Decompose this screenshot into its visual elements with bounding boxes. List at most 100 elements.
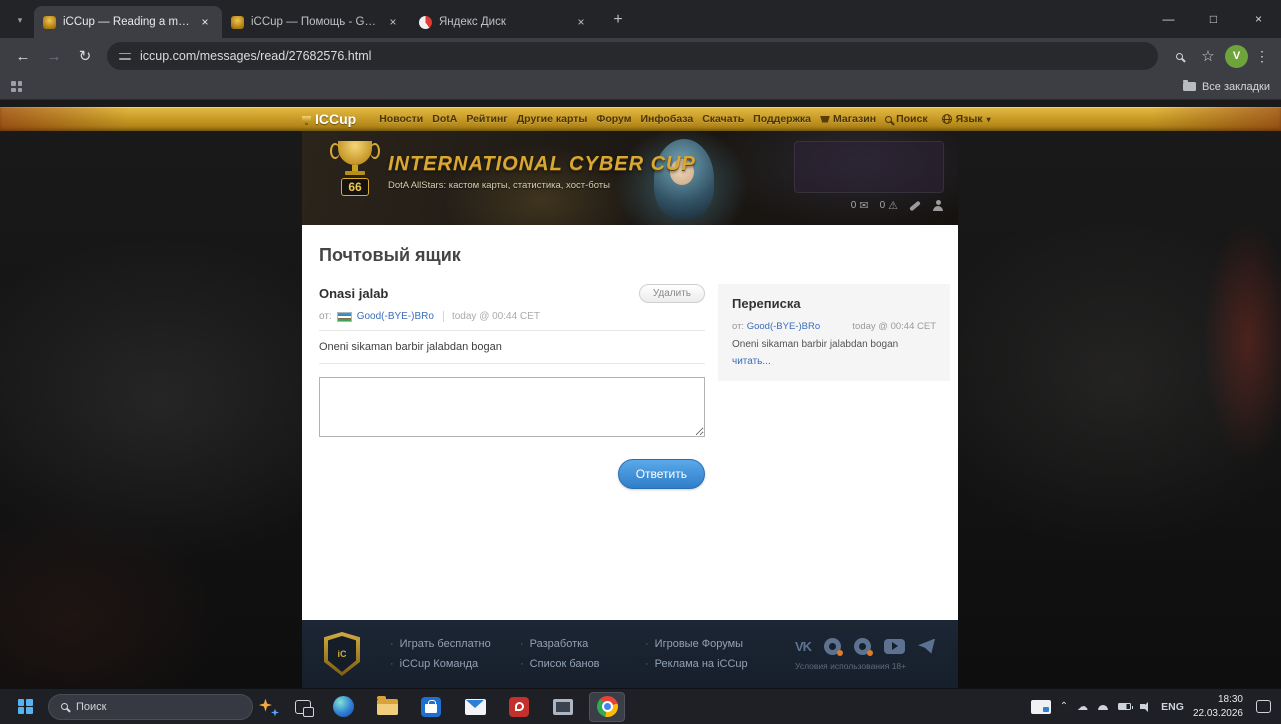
- tab-title: iCCup — Помощь - Good(-BYE: [251, 16, 378, 28]
- close-button[interactable]: ×: [1236, 0, 1281, 38]
- vk-icon[interactable]: VK: [795, 639, 812, 654]
- sender-link[interactable]: Good(-BYE-)BRo: [747, 321, 820, 332]
- copilot-sparkle-icon[interactable]: [255, 694, 281, 720]
- minimize-button[interactable]: —: [1146, 0, 1191, 38]
- window-controls: — □ ×: [1146, 0, 1281, 38]
- time-text: 18:30: [1217, 694, 1243, 705]
- taskbar-vm-icon[interactable]: [545, 692, 581, 722]
- taskbar-search[interactable]: Поиск: [48, 693, 253, 720]
- notification-badge: [867, 649, 874, 656]
- task-view-button[interactable]: [295, 699, 314, 717]
- footer-link-play-free[interactable]: Играть бесплатно: [390, 638, 520, 650]
- taskbar-clock[interactable]: 18:30 22.03.2026: [1193, 693, 1243, 720]
- touch-keyboard-icon[interactable]: [1030, 699, 1051, 714]
- discord-icon[interactable]: [824, 637, 844, 656]
- profile-icon[interactable]: [932, 200, 944, 211]
- taskbar-mail-icon[interactable]: [457, 692, 493, 722]
- apps-grid-icon[interactable]: [11, 81, 22, 92]
- sender-link[interactable]: Good(-BYE-)BRo: [357, 311, 434, 322]
- nav-item-forum[interactable]: Форум: [596, 113, 631, 125]
- tab-close-icon[interactable]: ×: [573, 14, 589, 30]
- mail-icon: ✉: [859, 200, 869, 212]
- reply-textarea[interactable]: [319, 377, 705, 437]
- reload-button[interactable]: ↻: [72, 43, 98, 69]
- iccup-favicon: [43, 15, 56, 29]
- message-panel: Onasi jalab Удалить от: Good(-BYE-)BRo t…: [319, 284, 705, 489]
- nav-item-rating[interactable]: Рейтинг: [466, 113, 507, 125]
- conversation-panel: Переписка от: Good(-BYE-)BRo today @ 00:…: [718, 284, 950, 381]
- browser-menu-icon[interactable]: ⋮: [1253, 48, 1271, 65]
- delete-button[interactable]: Удалить: [638, 284, 705, 303]
- search-icon: [61, 703, 68, 710]
- mail-counter[interactable]: 0 ✉: [851, 199, 869, 212]
- forward-button[interactable]: →: [41, 43, 67, 69]
- site-search-button[interactable]: Поиск: [885, 113, 928, 125]
- all-bookmarks-label: Все закладки: [1201, 80, 1270, 93]
- footer-link-game-forums[interactable]: Игровые Форумы: [645, 638, 795, 650]
- footer-link-ban-list[interactable]: Список банов: [520, 658, 645, 670]
- url-text[interactable]: iccup.com/messages/read/27682576.html: [140, 49, 371, 63]
- browser-tab-3[interactable]: Яндекс Диск ×: [410, 6, 598, 38]
- site-footer: iC Играть бесплатно Разработка Игровые Ф…: [302, 620, 958, 688]
- new-tab-button[interactable]: +: [606, 8, 630, 32]
- screen: ▾ iCCup — Reading a message fr × iCCup —…: [0, 0, 1281, 724]
- nav-item-news[interactable]: Новости: [379, 113, 423, 125]
- maximize-button[interactable]: □: [1191, 0, 1236, 38]
- taskbar-chrome-icon[interactable]: [589, 691, 625, 722]
- taskbar-pdf-icon[interactable]: [501, 692, 537, 722]
- footer-links: Играть бесплатно Разработка Игровые Фору…: [390, 634, 795, 674]
- language-indicator[interactable]: ENG: [1161, 701, 1184, 713]
- read-more-link[interactable]: читать...: [732, 356, 771, 367]
- nav-item-download[interactable]: Скачать: [702, 113, 744, 125]
- browser-tab-2[interactable]: iCCup — Помощь - Good(-BYE ×: [222, 6, 410, 38]
- reply-button[interactable]: Ответить: [617, 459, 705, 489]
- zoom-icon[interactable]: [1167, 44, 1191, 68]
- wifi-icon[interactable]: [1097, 703, 1109, 710]
- youtube-icon[interactable]: [884, 638, 906, 654]
- hidden-icons-chevron[interactable]: ⌃: [1060, 701, 1068, 712]
- taskbar-store-icon[interactable]: [413, 692, 449, 722]
- bookmark-star-icon[interactable]: ☆: [1196, 44, 1220, 68]
- social-icons: VK: [795, 637, 936, 656]
- all-bookmarks-button[interactable]: Все закладки: [1182, 80, 1270, 93]
- system-tray: ⌃ ☁ ENG 18:30 22.03.2026: [1030, 693, 1271, 720]
- battery-icon[interactable]: [1118, 703, 1134, 710]
- page-viewport: ICCup Новости DotA Рейтинг Другие карты …: [0, 100, 1281, 688]
- taskbar-file-explorer-icon[interactable]: [369, 692, 405, 722]
- start-button[interactable]: [10, 692, 40, 722]
- settings-wrench-icon[interactable]: [909, 200, 921, 211]
- tab-close-icon[interactable]: ×: [385, 14, 401, 30]
- notification-center-icon[interactable]: [1256, 700, 1271, 713]
- tab-close-icon[interactable]: ×: [197, 14, 213, 30]
- warning-icon: ⚠: [888, 200, 898, 212]
- back-button[interactable]: ←: [10, 43, 36, 69]
- search-icon: [885, 115, 893, 123]
- nav-item-shop[interactable]: Магазин: [819, 113, 876, 125]
- nav-item-other-maps[interactable]: Другие карты: [517, 113, 588, 125]
- browser-tab-1[interactable]: iCCup — Reading a message fr ×: [34, 6, 222, 38]
- message-timestamp: today @ 00:44 CET: [442, 311, 540, 322]
- language-selector[interactable]: Язык ▾: [941, 113, 991, 125]
- nav-item-infobase[interactable]: Инфобаза: [640, 113, 693, 125]
- profile-avatar[interactable]: V: [1225, 44, 1248, 68]
- mailbox-page: Почтовый ящик Onasi jalab Удалить от: Go…: [302, 225, 958, 620]
- warning-counter[interactable]: 0 ⚠: [880, 199, 898, 212]
- site-info-icon[interactable]: [119, 51, 131, 62]
- volume-icon[interactable]: [1140, 701, 1152, 712]
- terms-link[interactable]: Условия использования 18+: [795, 661, 906, 671]
- footer-link-iccup-team[interactable]: iCCup Команда: [390, 658, 520, 670]
- nav-item-support[interactable]: Поддержка: [753, 113, 811, 125]
- page-title: Почтовый ящик: [319, 245, 461, 265]
- steam-icon[interactable]: [854, 637, 874, 656]
- taskbar-edge-icon[interactable]: [325, 692, 361, 722]
- iccup-logo[interactable]: ICCup: [302, 111, 356, 127]
- footer-link-advertising[interactable]: Реклама на iCCup: [645, 658, 795, 670]
- trophy-icon: [302, 115, 311, 125]
- nav-item-dota[interactable]: DotA: [432, 113, 457, 125]
- address-bar[interactable]: iccup.com/messages/read/27682576.html: [107, 42, 1158, 70]
- tab-search-button[interactable]: ▾: [8, 8, 32, 32]
- onedrive-cloud-icon[interactable]: ☁: [1077, 700, 1088, 713]
- telegram-icon[interactable]: [918, 638, 936, 654]
- footer-link-development[interactable]: Разработка: [520, 638, 645, 650]
- iccup-favicon: [231, 15, 244, 29]
